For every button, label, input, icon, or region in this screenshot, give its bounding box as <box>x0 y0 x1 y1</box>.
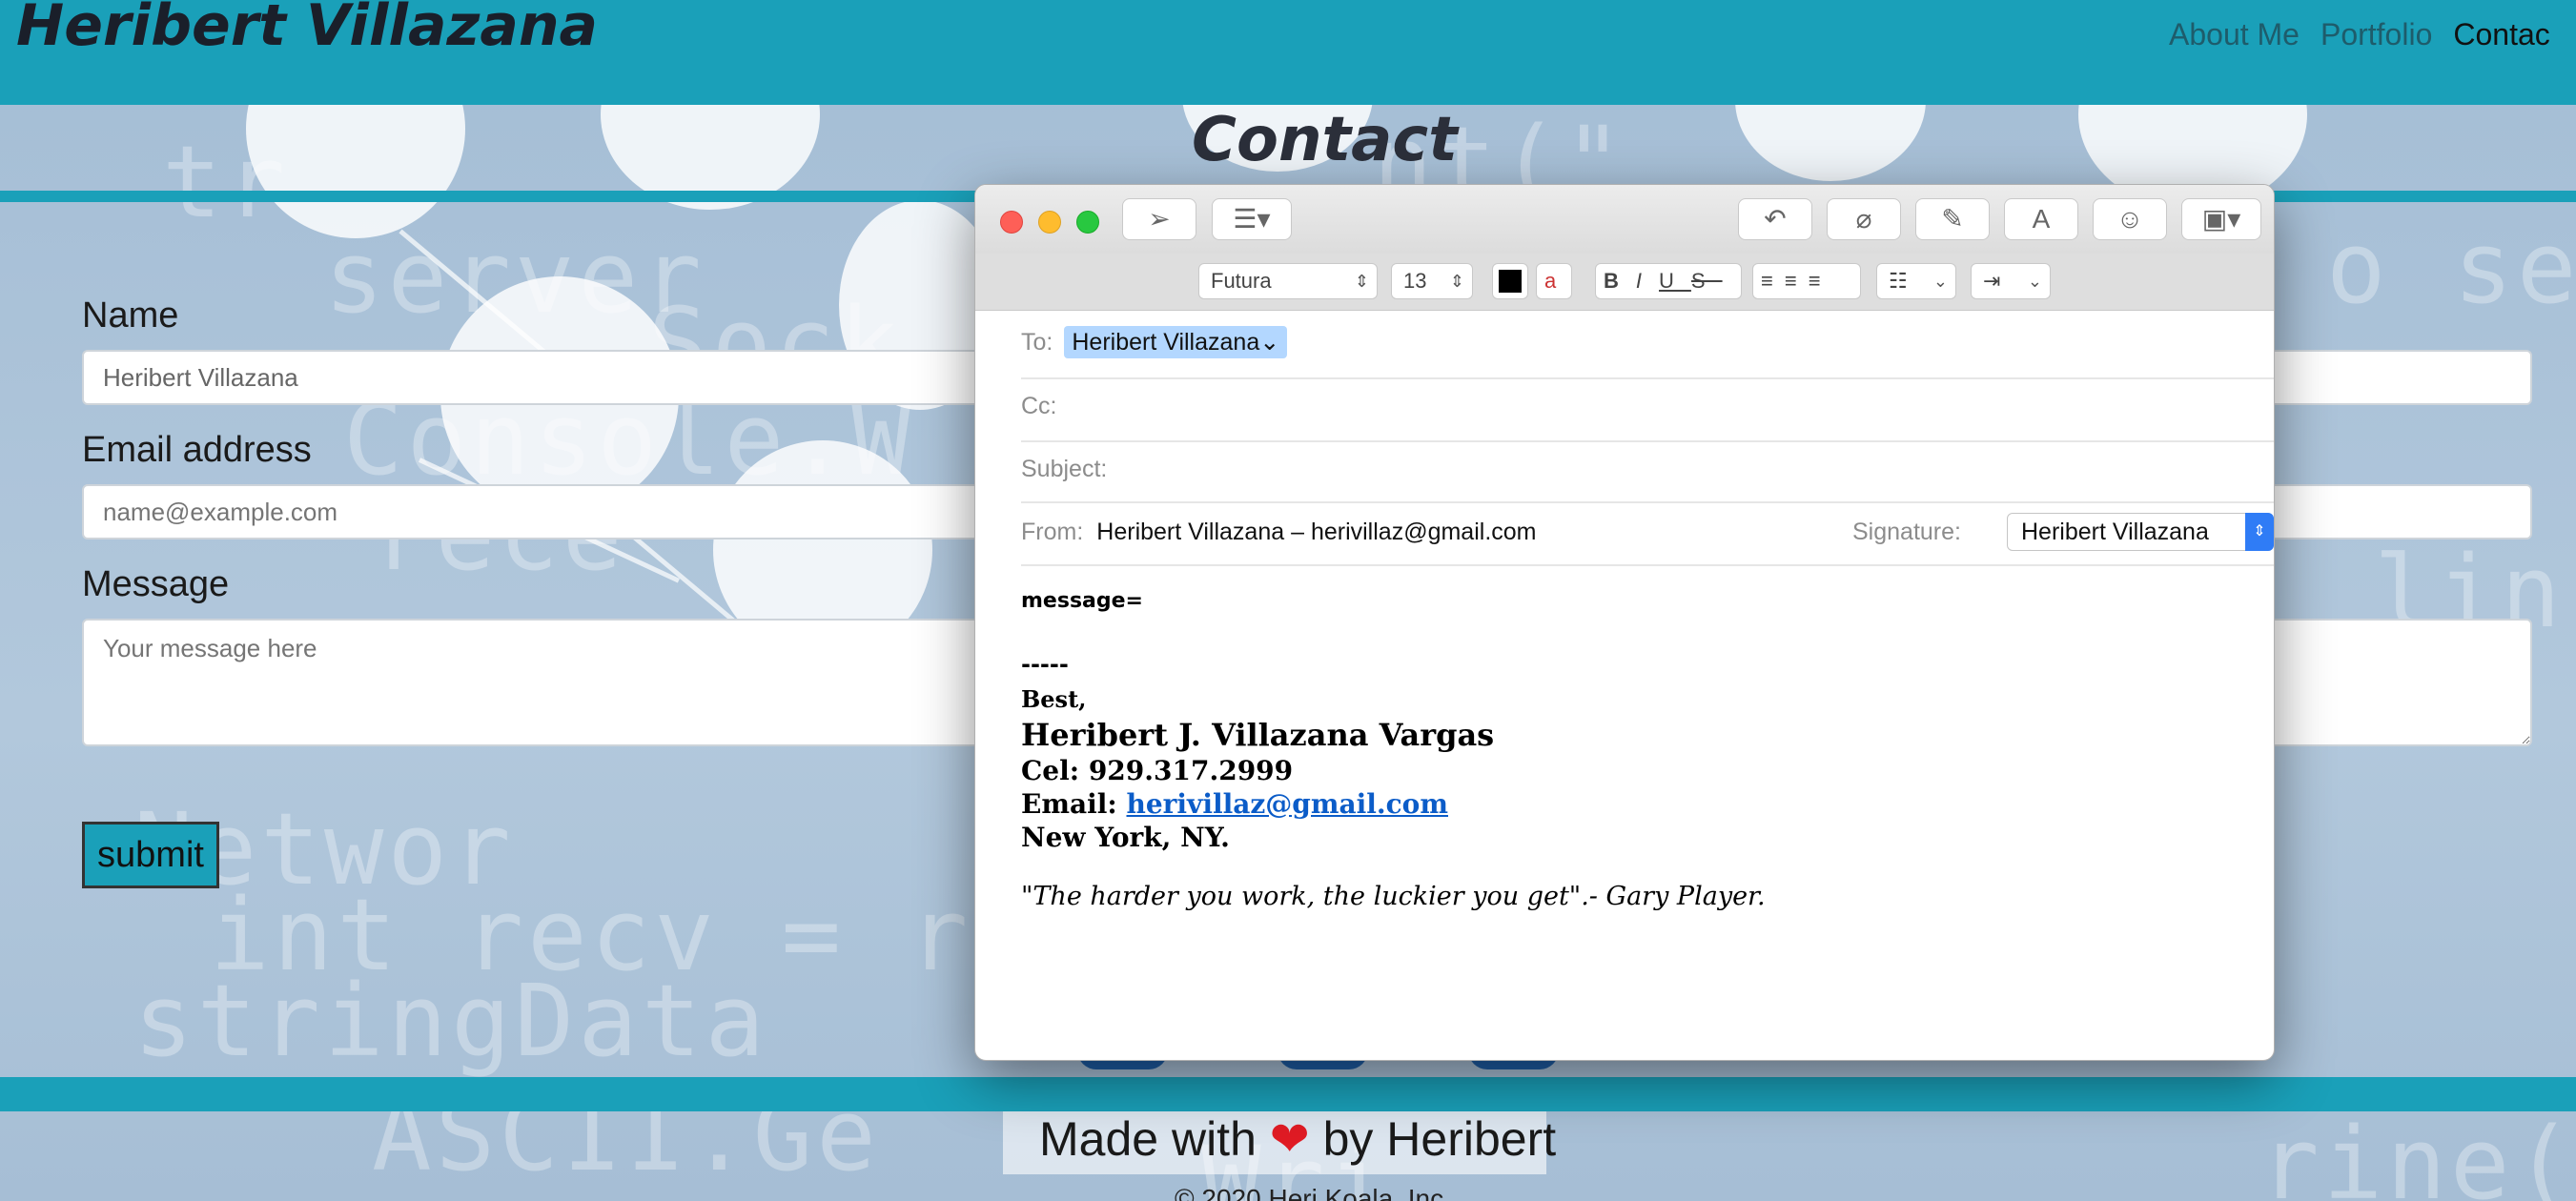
chevron-down-icon: ⌄ <box>1259 329 1280 356</box>
cc-row[interactable]: Cc: <box>1021 379 2274 442</box>
navbar: Heribert Villazana About Me Portfolio Co… <box>0 0 2576 105</box>
code-text: rine(); <box>2259 1106 2576 1201</box>
underline-icon[interactable]: U <box>1659 269 1691 293</box>
from-value[interactable]: Heribert Villazana – herivillaz@gmail.co… <box>1096 519 1536 545</box>
to-label: To: <box>1021 329 1053 356</box>
signature-email: Email: herivillaz@gmail.com <box>1021 788 2251 820</box>
signature-select[interactable]: Heribert Villazana ⇕ <box>2007 513 2274 551</box>
from-row: From: Heribert Villazana – herivillaz@gma… <box>1021 503 2274 566</box>
zoom-window-button[interactable] <box>1076 211 1099 234</box>
signature-name: Heribert J. Villazana Vargas <box>1021 717 1495 753</box>
signature-cel: Cel: 929.317.2999 <box>1021 755 1294 786</box>
message-body[interactable]: message= ----- Best, Heribert J. Villaza… <box>1021 589 2251 911</box>
mail-titlebar: ➢ ☰▾ ↶ ⌀ ✎ A ☺ ▣▾ <box>975 185 2274 254</box>
signature-separator: ----- <box>1021 651 1069 678</box>
bold-icon[interactable]: B <box>1604 269 1636 293</box>
cc-label: Cc: <box>1021 393 1057 419</box>
code-text: stringData <box>133 963 769 1079</box>
font-size-value: 13 <box>1403 269 1427 293</box>
copyright: © 2020 Heri Koala, Inc <box>1175 1184 1444 1201</box>
to-recipient: Heribert Villazana <box>1072 329 1260 356</box>
reply-icon[interactable]: ↶ <box>1738 198 1812 240</box>
signature-best: Best, <box>1021 685 1087 713</box>
text-color-button[interactable] <box>1492 263 1528 299</box>
align-center-icon[interactable]: ≡ <box>1785 269 1809 293</box>
chevron-updown-icon: ⇕ <box>1354 272 1369 291</box>
header-fields-icon[interactable]: ☰▾ <box>1212 198 1292 240</box>
made-with-text: Made with ❤ by Heribert <box>1039 1111 1556 1167</box>
attachment-icon[interactable]: ⌀ <box>1827 198 1901 240</box>
font-size-select[interactable]: 13 ⇕ <box>1391 263 1473 299</box>
emoji-icon[interactable]: ☺ <box>2093 198 2167 240</box>
footer-band <box>0 1077 2576 1111</box>
subject-label: Subject: <box>1021 456 1108 482</box>
background-color-icon[interactable]: a <box>1536 263 1572 299</box>
signature-quote: "The harder you work, the luckier you ge… <box>1021 882 1766 911</box>
signature-location: New York, NY. <box>1021 822 1230 853</box>
markup-icon[interactable]: ✎ <box>1915 198 1990 240</box>
site-brand[interactable]: Heribert Villazana <box>16 0 598 59</box>
text-style-buttons: BIUS <box>1595 263 1742 299</box>
font-family-select[interactable]: Futura ⇕ <box>1198 263 1378 299</box>
signature-email-prefix: Email: <box>1021 788 1117 820</box>
submit-button[interactable]: submit <box>82 822 219 888</box>
color-swatch <box>1499 270 1522 293</box>
close-window-button[interactable] <box>1000 211 1023 234</box>
chevron-updown-icon: ⇕ <box>2245 513 2274 551</box>
font-family-value: Futura <box>1211 269 1272 293</box>
to-recipient-chip[interactable]: Heribert Villazana⌄ <box>1064 326 1288 358</box>
message-text: message= <box>1021 589 1143 613</box>
chevron-down-icon: ⌄ <box>1932 272 1948 291</box>
alignment-buttons: ≡≡≡ <box>1752 263 1861 299</box>
indent-icon[interactable]: ⇥ ⌄ <box>1971 263 2051 299</box>
photo-browser-icon[interactable]: ▣▾ <box>2181 198 2261 240</box>
chevron-down-icon: ⌄ <box>2027 272 2042 291</box>
page-title: Contact <box>1192 105 1458 175</box>
signature-email-link[interactable]: herivillaz@gmail.com <box>1126 788 1448 820</box>
align-right-icon[interactable]: ≡ <box>1809 269 1832 293</box>
to-row: To: Heribert Villazana⌄ <box>1021 318 2274 379</box>
nav-contact[interactable]: Contac <box>2453 17 2549 52</box>
strikethrough-icon[interactable]: S <box>1691 269 1723 293</box>
nav-about-me[interactable]: About Me <box>2169 17 2300 52</box>
send-icon[interactable]: ➢ <box>1122 198 1196 240</box>
signature-value: Heribert Villazana <box>2021 519 2209 545</box>
italic-icon[interactable]: I <box>1636 269 1659 293</box>
signature-label: Signature: <box>1852 519 1961 545</box>
align-left-icon[interactable]: ≡ <box>1761 269 1785 293</box>
from-label: From: <box>1021 519 1084 545</box>
mail-compose-window: ➢ ☰▾ ↶ ⌀ ✎ A ☺ ▣▾ Futura ⇕ 13 ⇕ a BIUS ≡… <box>974 184 2275 1061</box>
format-icon[interactable]: A <box>2004 198 2078 240</box>
minimize-window-button[interactable] <box>1038 211 1061 234</box>
made-prefix: Made with <box>1039 1112 1257 1166</box>
chevron-updown-icon: ⇕ <box>1449 272 1464 291</box>
nav-portfolio[interactable]: Portfolio <box>2320 17 2432 52</box>
heart-icon: ❤ <box>1269 1112 1310 1166</box>
list-icon[interactable]: ☷ ⌄ <box>1876 263 1956 299</box>
made-suffix: by Heribert <box>1322 1112 1557 1166</box>
format-bar: Futura ⇕ 13 ⇕ a BIUS ≡≡≡ ☷ ⌄ ⇥ ⌄ <box>975 254 2274 311</box>
subject-row[interactable]: Subject: <box>1021 442 2274 503</box>
nav-links: About Me Portfolio Contac <box>2169 17 2571 52</box>
